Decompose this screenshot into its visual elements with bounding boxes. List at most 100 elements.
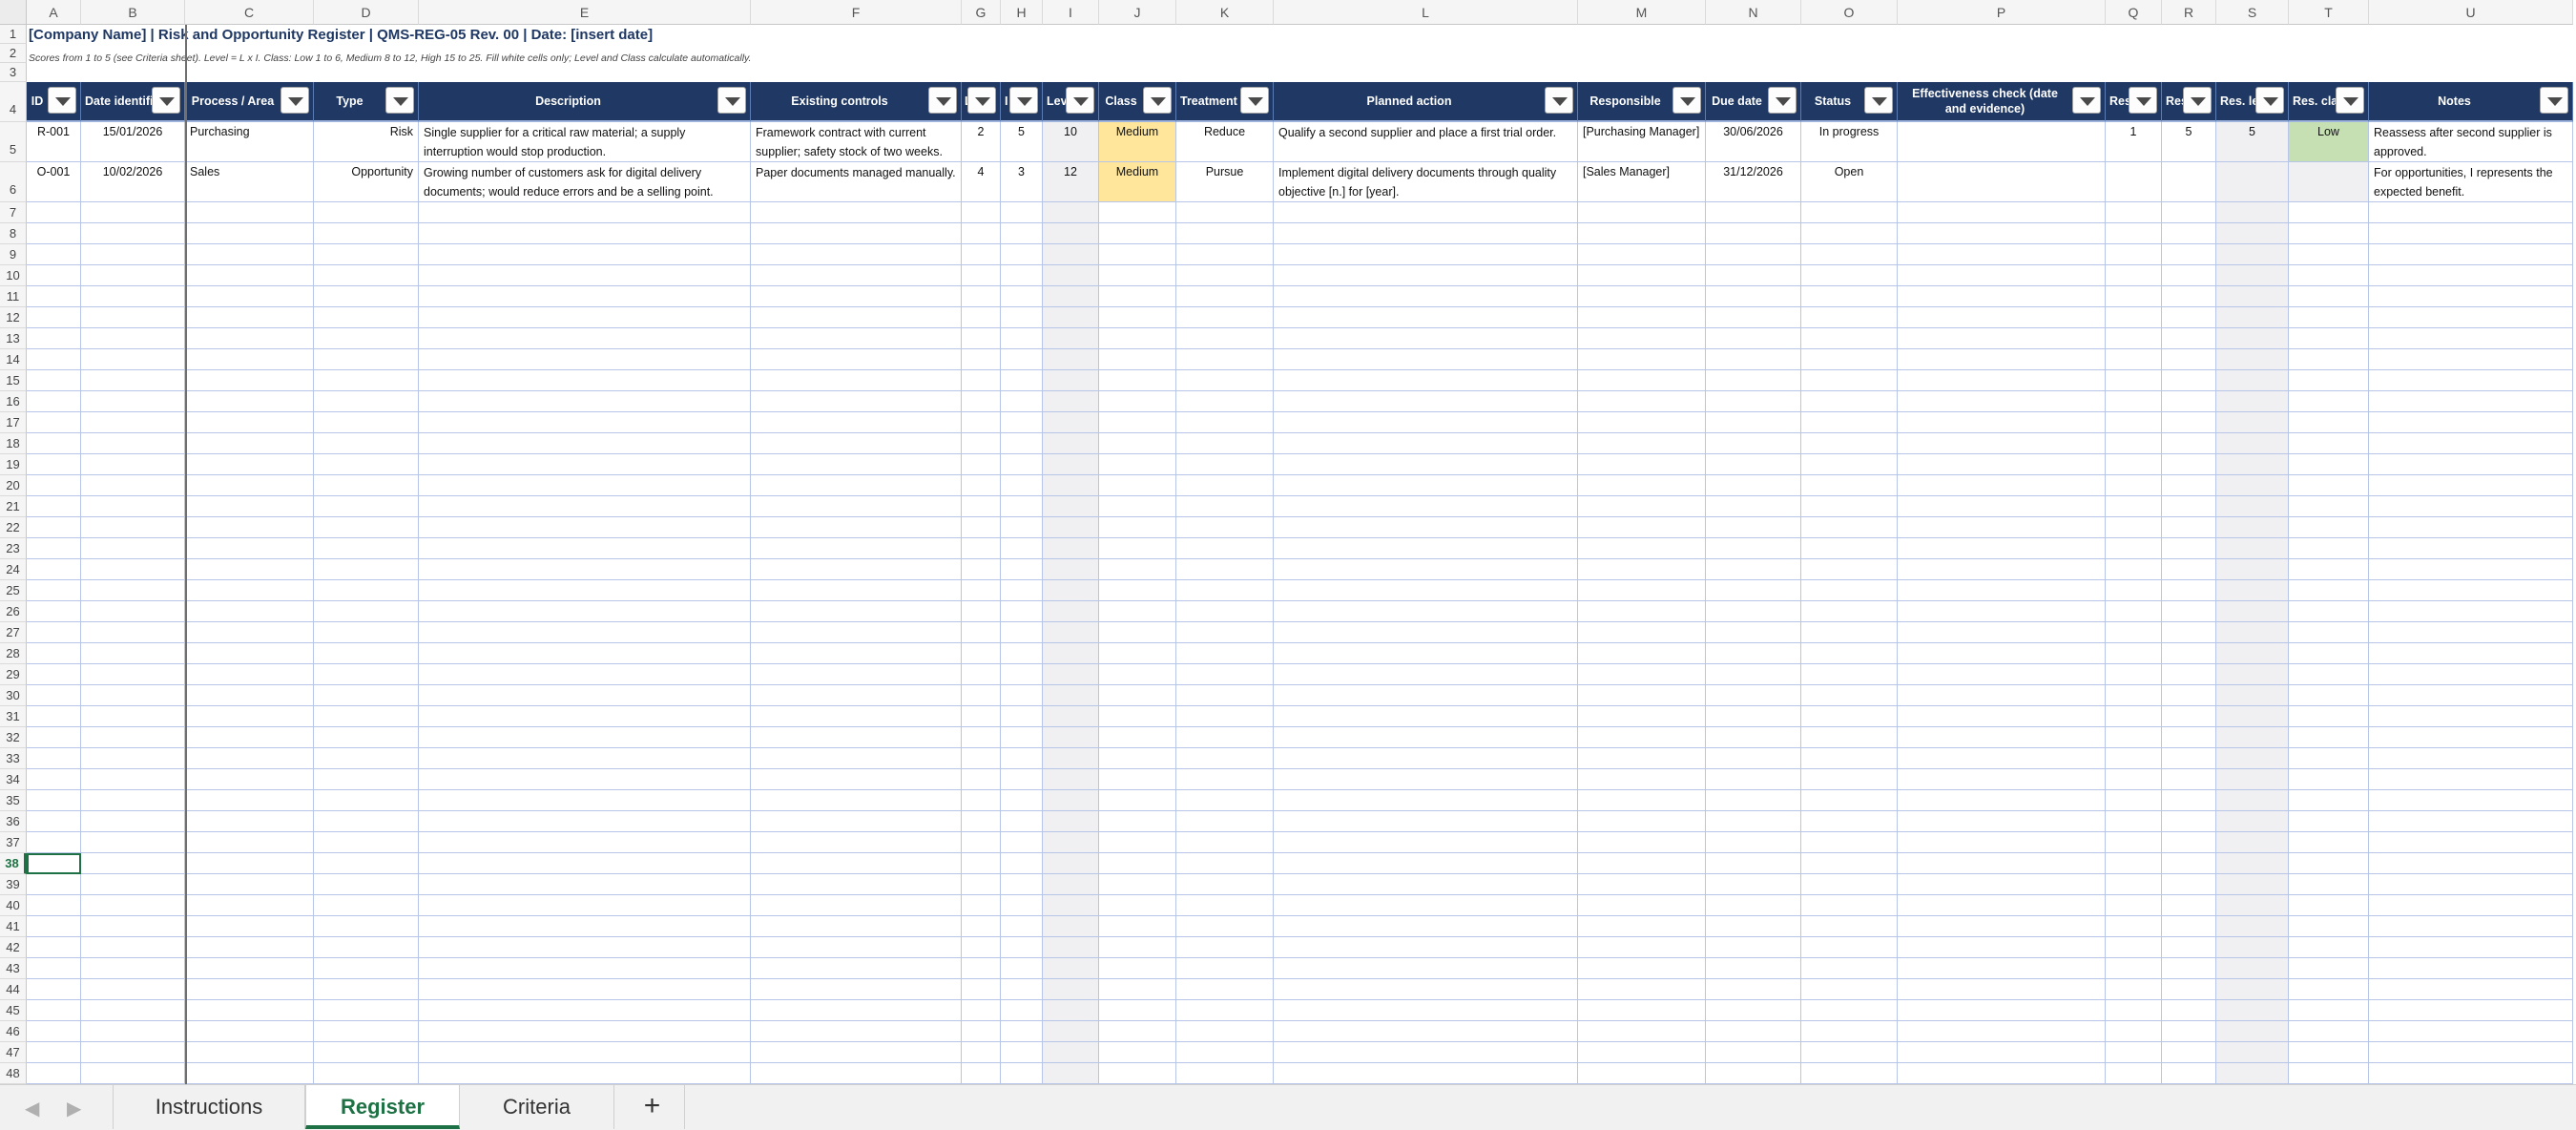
empty-cell[interactable] bbox=[1898, 727, 2106, 748]
empty-cell[interactable] bbox=[419, 328, 751, 349]
empty-cell[interactable] bbox=[81, 244, 185, 265]
empty-cell[interactable] bbox=[1706, 1000, 1801, 1021]
empty-cell[interactable] bbox=[2369, 1042, 2573, 1063]
column-header-c[interactable]: C bbox=[185, 0, 314, 25]
empty-cell[interactable] bbox=[1043, 1063, 1099, 1084]
empty-cell[interactable] bbox=[2216, 769, 2289, 790]
empty-cell[interactable] bbox=[2289, 1063, 2369, 1084]
empty-cell[interactable] bbox=[1176, 727, 1274, 748]
empty-cell[interactable] bbox=[1898, 244, 2106, 265]
empty-cell[interactable] bbox=[1706, 853, 1801, 874]
empty-cell[interactable] bbox=[1043, 517, 1099, 538]
empty-cell[interactable] bbox=[1099, 433, 1176, 454]
empty-cell[interactable] bbox=[1706, 580, 1801, 601]
empty-cell[interactable] bbox=[962, 1063, 1001, 1084]
empty-cell[interactable] bbox=[27, 391, 81, 412]
empty-cell[interactable] bbox=[2162, 391, 2216, 412]
empty-cell[interactable] bbox=[81, 1021, 185, 1042]
empty-cell[interactable] bbox=[1801, 517, 1898, 538]
empty-cell[interactable] bbox=[1801, 223, 1898, 244]
empty-cell[interactable] bbox=[419, 538, 751, 559]
filter-dropdown-icon[interactable] bbox=[2072, 87, 2101, 114]
empty-cell[interactable] bbox=[27, 1042, 81, 1063]
empty-cell[interactable] bbox=[2289, 622, 2369, 643]
empty-cell[interactable] bbox=[81, 349, 185, 370]
empty-cell[interactable] bbox=[1801, 727, 1898, 748]
empty-cell[interactable] bbox=[314, 475, 419, 496]
empty-cell[interactable] bbox=[1043, 244, 1099, 265]
table-cell[interactable] bbox=[2162, 162, 2216, 202]
filter-dropdown-icon[interactable] bbox=[1066, 87, 1094, 114]
empty-cell[interactable] bbox=[1578, 853, 1706, 874]
row-header-15[interactable]: 15 bbox=[0, 370, 27, 391]
empty-cell[interactable] bbox=[1043, 580, 1099, 601]
empty-cell[interactable] bbox=[962, 979, 1001, 1000]
empty-cell[interactable] bbox=[1801, 895, 1898, 916]
empty-cell[interactable] bbox=[2369, 391, 2573, 412]
empty-cell[interactable] bbox=[1001, 811, 1043, 832]
empty-cell[interactable] bbox=[2289, 454, 2369, 475]
empty-cell[interactable] bbox=[419, 475, 751, 496]
empty-cell[interactable] bbox=[2216, 958, 2289, 979]
filter-dropdown-icon[interactable] bbox=[928, 87, 957, 114]
empty-cell[interactable] bbox=[1898, 685, 2106, 706]
empty-cell[interactable] bbox=[1706, 706, 1801, 727]
column-header-t[interactable]: T bbox=[2289, 0, 2369, 25]
empty-cell[interactable] bbox=[1274, 643, 1578, 664]
empty-cell[interactable] bbox=[2106, 790, 2162, 811]
column-header-m[interactable]: M bbox=[1578, 0, 1706, 25]
empty-cell[interactable] bbox=[1274, 412, 1578, 433]
empty-cell[interactable] bbox=[2289, 349, 2369, 370]
empty-cell[interactable] bbox=[2369, 832, 2573, 853]
row-header-41[interactable]: 41 bbox=[0, 916, 27, 937]
empty-cell[interactable] bbox=[27, 832, 81, 853]
row-header-1[interactable]: 1 bbox=[0, 25, 27, 44]
empty-cell[interactable] bbox=[1001, 643, 1043, 664]
empty-cell[interactable] bbox=[1043, 958, 1099, 979]
filter-dropdown-icon[interactable] bbox=[1768, 87, 1797, 114]
empty-cell[interactable] bbox=[962, 475, 1001, 496]
empty-cell[interactable] bbox=[1043, 643, 1099, 664]
empty-cell[interactable] bbox=[2162, 307, 2216, 328]
empty-cell[interactable] bbox=[2369, 769, 2573, 790]
empty-cell[interactable] bbox=[1001, 538, 1043, 559]
empty-cell[interactable] bbox=[1706, 601, 1801, 622]
empty-cell[interactable] bbox=[1898, 1000, 2106, 1021]
empty-cell[interactable] bbox=[1801, 496, 1898, 517]
empty-cell[interactable] bbox=[1898, 391, 2106, 412]
empty-cell[interactable] bbox=[2106, 622, 2162, 643]
table-cell[interactable]: Open bbox=[1801, 162, 1898, 202]
empty-cell[interactable] bbox=[1001, 496, 1043, 517]
empty-cell[interactable] bbox=[314, 559, 419, 580]
empty-cell[interactable] bbox=[962, 832, 1001, 853]
empty-cell[interactable] bbox=[1801, 601, 1898, 622]
empty-cell[interactable] bbox=[81, 454, 185, 475]
empty-cell[interactable] bbox=[419, 559, 751, 580]
empty-cell[interactable] bbox=[1898, 538, 2106, 559]
empty-cell[interactable] bbox=[2216, 349, 2289, 370]
empty-cell[interactable] bbox=[1043, 769, 1099, 790]
empty-cell[interactable] bbox=[27, 412, 81, 433]
empty-cell[interactable] bbox=[185, 979, 314, 1000]
empty-cell[interactable] bbox=[81, 412, 185, 433]
empty-cell[interactable] bbox=[314, 769, 419, 790]
empty-cell[interactable] bbox=[2162, 580, 2216, 601]
empty-cell[interactable] bbox=[185, 832, 314, 853]
empty-cell[interactable] bbox=[962, 664, 1001, 685]
empty-cell[interactable] bbox=[2216, 223, 2289, 244]
empty-cell[interactable] bbox=[2162, 559, 2216, 580]
filter-dropdown-icon[interactable] bbox=[967, 87, 996, 114]
empty-cell[interactable] bbox=[185, 391, 314, 412]
empty-cell[interactable] bbox=[1578, 286, 1706, 307]
empty-cell[interactable] bbox=[27, 265, 81, 286]
empty-cell[interactable] bbox=[81, 475, 185, 496]
empty-cell[interactable] bbox=[1001, 1042, 1043, 1063]
empty-cell[interactable] bbox=[419, 244, 751, 265]
empty-cell[interactable] bbox=[2106, 1063, 2162, 1084]
empty-cell[interactable] bbox=[81, 790, 185, 811]
empty-cell[interactable] bbox=[2162, 958, 2216, 979]
empty-cell[interactable] bbox=[1274, 748, 1578, 769]
empty-cell[interactable] bbox=[1043, 202, 1099, 223]
column-header-u[interactable]: U bbox=[2369, 0, 2573, 25]
empty-cell[interactable] bbox=[419, 580, 751, 601]
